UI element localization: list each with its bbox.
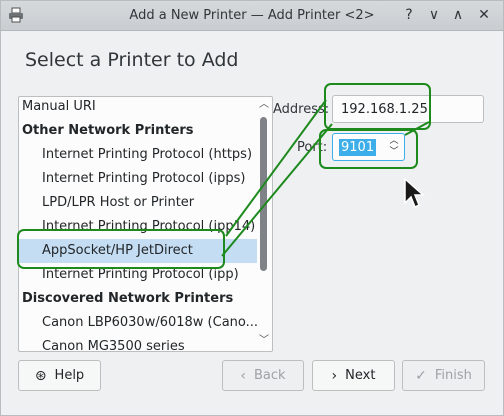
list-scrollbar[interactable]: ︿ ﹀	[257, 97, 271, 351]
back-button-label: Back	[254, 368, 286, 383]
address-label: Address:	[273, 102, 330, 117]
list-item[interactable]: Canon LBP6030w/6018w (Cano...	[19, 311, 257, 335]
mouse-pointer-icon	[404, 178, 425, 209]
close-icon[interactable]: ✕	[475, 6, 493, 24]
scroll-up-icon[interactable]: ︿	[257, 99, 271, 111]
list-item[interactable]: Internet Printing Protocol (ipp14)	[19, 215, 257, 239]
scrollbar-handle[interactable]	[260, 117, 267, 271]
add-printer-window: Add a New Printer — Add Printer <2> ? ∨ …	[0, 0, 504, 416]
list-item[interactable]: Canon MG3500 series	[19, 335, 257, 351]
checkmark-icon: ✓	[415, 367, 427, 384]
port-spinbox[interactable]: 9101 ︿ ﹀	[332, 133, 405, 161]
list-item[interactable]: AppSocket/HP JetDirect	[19, 239, 257, 263]
list-group-header[interactable]: Discovered Network Printers	[19, 287, 257, 311]
arrow-right-icon: ›	[331, 367, 338, 384]
printer-type-list[interactable]: Manual URI Other Network Printers Internet…	[18, 96, 273, 352]
lifebuoy-icon: ⊛	[34, 367, 47, 384]
spin-arrows-icon[interactable]: ︿ ﹀	[388, 136, 400, 158]
scroll-down-icon[interactable]: ﹀	[257, 335, 271, 347]
finish-button-label: Finish	[434, 368, 472, 383]
list-item[interactable]: Internet Printing Protocol (ipp)	[19, 263, 257, 287]
port-label: Port:	[297, 140, 328, 155]
list-item[interactable]: LPD/LPR Host or Printer	[19, 191, 257, 215]
page-title: Select a Printer to Add	[25, 49, 239, 71]
back-button[interactable]: ‹ Back	[222, 360, 304, 391]
list-item[interactable]: Manual URI	[19, 97, 257, 119]
list-item[interactable]: Internet Printing Protocol (ipps)	[19, 167, 257, 191]
port-value[interactable]: 9101	[339, 139, 377, 156]
minimize-icon[interactable]: ∨	[425, 6, 443, 24]
maximize-icon[interactable]: ∧	[449, 6, 467, 24]
finish-button[interactable]: ✓ Finish	[402, 360, 485, 391]
help-button[interactable]: ⊛ Help	[18, 360, 101, 391]
help-icon[interactable]: ?	[400, 6, 418, 24]
next-button-label: Next	[345, 368, 376, 383]
arrow-left-icon: ‹	[240, 367, 247, 384]
title-bar[interactable]: Add a New Printer — Add Printer <2> ? ∨ …	[1, 1, 503, 31]
help-button-label: Help	[54, 368, 85, 383]
next-button[interactable]: › Next	[312, 360, 395, 391]
list-item[interactable]: Internet Printing Protocol (https)	[19, 143, 257, 167]
list-group-header[interactable]: Other Network Printers	[19, 119, 257, 143]
address-input[interactable]: 192.168.1.25	[332, 95, 484, 123]
